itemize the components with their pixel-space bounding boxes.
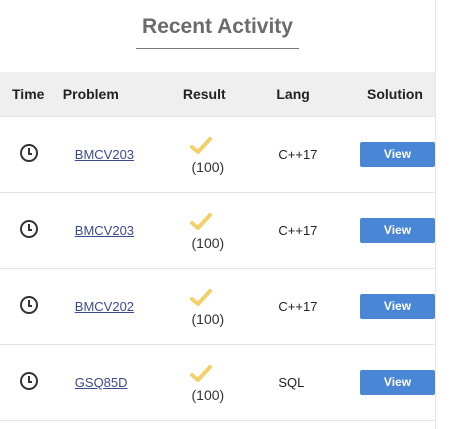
lang-text: C++17	[278, 147, 318, 162]
view-solution-button[interactable]: View	[360, 218, 435, 243]
table-row: BMCV203 (100) C++17 View	[0, 116, 435, 193]
table-row: BMCV202 (100) C++17 View	[0, 269, 435, 345]
score-text: (100)	[191, 158, 225, 175]
activity-table: Time Problem Result Lang Solution BMCV20…	[0, 72, 435, 421]
header-problem: Problem	[62, 86, 119, 102]
result-status: (100)	[189, 363, 226, 403]
clock-icon[interactable]	[20, 296, 38, 314]
table-header-row: Time Problem Result Lang Solution	[0, 72, 435, 117]
header-result: Result	[182, 86, 226, 102]
result-status: (100)	[189, 287, 226, 327]
view-solution-button[interactable]: View	[360, 294, 435, 319]
table-row: GSQ85D (100) SQL View	[0, 345, 435, 421]
score-text: (100)	[191, 386, 225, 403]
problem-link[interactable]: GSQ85D	[75, 375, 128, 390]
view-solution-button[interactable]: View	[360, 370, 435, 395]
score-text: (100)	[191, 234, 225, 251]
clock-icon[interactable]	[20, 220, 38, 238]
check-icon	[189, 364, 212, 382]
lang-text: SQL	[278, 375, 305, 390]
header-solution: Solution	[367, 86, 423, 102]
header-time: Time	[12, 86, 45, 102]
lang-text: C++17	[278, 299, 318, 314]
check-icon	[189, 212, 212, 230]
problem-link[interactable]: BMCV203	[75, 223, 134, 238]
check-icon	[189, 136, 212, 154]
recent-activity-panel: Recent Activity Time Problem Result Lang…	[0, 0, 435, 429]
panel-title: Recent Activity	[136, 14, 299, 49]
table-row: BMCV203 (100) C++17 View	[0, 193, 435, 269]
view-solution-button[interactable]: View	[360, 142, 435, 167]
clock-icon[interactable]	[20, 144, 38, 162]
clock-icon[interactable]	[20, 372, 38, 390]
lang-text: C++17	[278, 223, 318, 238]
problem-link[interactable]: BMCV202	[75, 299, 134, 314]
right-gutter	[435, 0, 460, 429]
result-status: (100)	[189, 211, 226, 251]
score-text: (100)	[191, 310, 225, 327]
header-lang: Lang	[276, 86, 310, 102]
result-status: (100)	[189, 135, 226, 175]
problem-link[interactable]: BMCV203	[75, 147, 134, 162]
check-icon	[189, 288, 212, 306]
